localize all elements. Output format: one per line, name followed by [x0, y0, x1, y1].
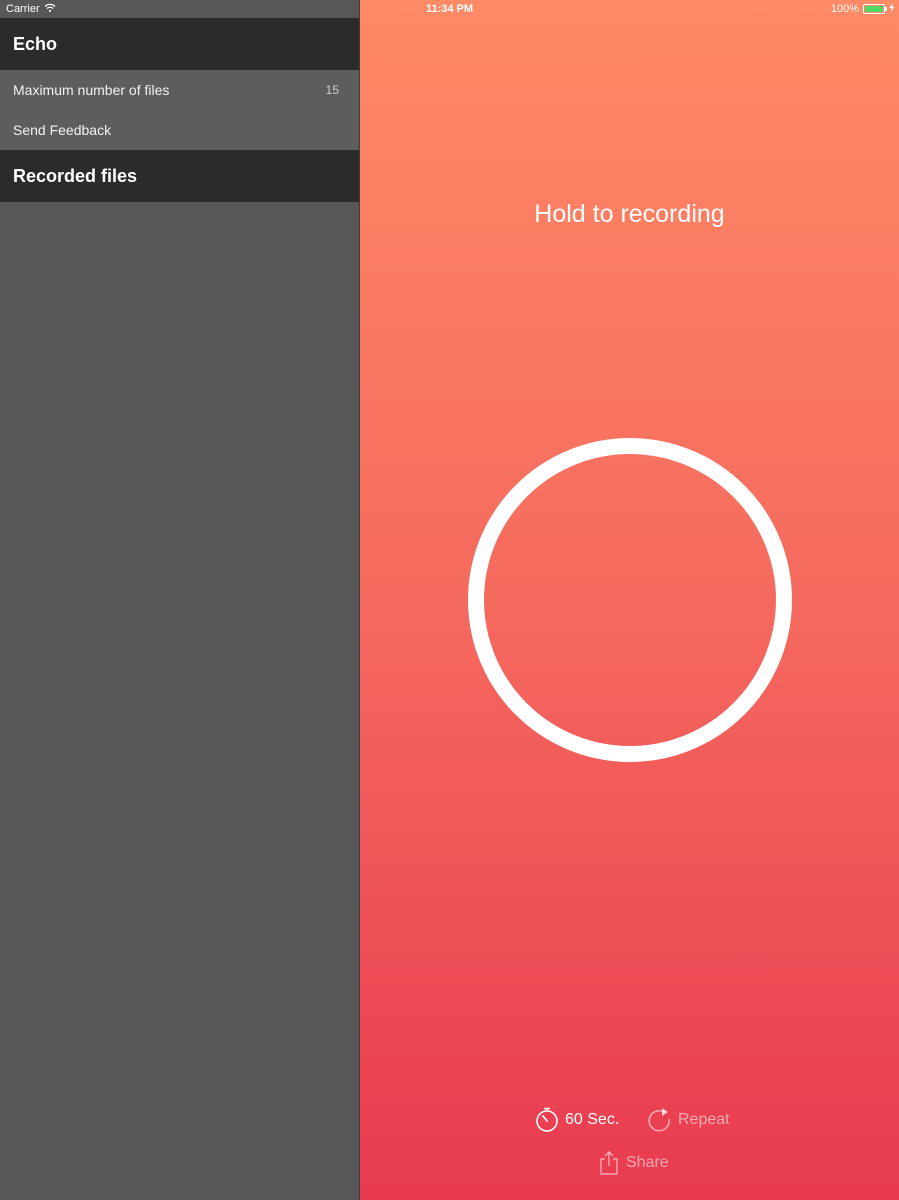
repeat-icon: [648, 1107, 672, 1133]
sidebar-header-recorded-files: Recorded files: [0, 150, 359, 202]
menu-item-label: Maximum number of files: [13, 82, 170, 98]
record-button[interactable]: [468, 438, 792, 762]
app-root: Echo Maximum number of files 15 Send Fee…: [0, 0, 899, 1200]
max-files-value: 15: [325, 83, 339, 97]
share-button[interactable]: Share: [598, 1150, 669, 1176]
menu-item-send-feedback[interactable]: Send Feedback: [0, 110, 359, 150]
status-right: 100%: [831, 3, 895, 15]
recording-instruction: Hold to recording: [534, 200, 725, 228]
repeat-button[interactable]: Repeat: [648, 1107, 730, 1133]
share-label: Share: [626, 1154, 669, 1171]
settings-menu: Maximum number of files 15 Send Feedback: [0, 70, 359, 150]
timer-icon: [535, 1107, 559, 1133]
status-time: 11:34 PM: [425, 3, 474, 15]
timer-button[interactable]: 60 Sec.: [535, 1107, 619, 1133]
menu-item-max-files[interactable]: Maximum number of files 15: [0, 70, 359, 110]
status-bar: Carrier 11:34 PM 100%: [0, 0, 899, 18]
sidebar: Echo Maximum number of files 15 Send Fee…: [0, 0, 359, 1200]
battery-percent: 100%: [830, 3, 859, 15]
app-title: Echo: [13, 33, 58, 54]
charging-icon: [889, 3, 895, 15]
repeat-label: Repeat: [678, 1111, 730, 1128]
battery-icon: [863, 4, 887, 14]
sidebar-header-echo: Echo: [0, 18, 359, 70]
share-icon: [598, 1150, 620, 1176]
timer-label: 60 Sec.: [565, 1111, 620, 1128]
menu-item-label: Send Feedback: [13, 122, 112, 138]
recorded-files-title: Recorded files: [13, 165, 138, 186]
recording-panel: Hold to recording 60 Sec. Repeat Share: [360, 0, 899, 1200]
